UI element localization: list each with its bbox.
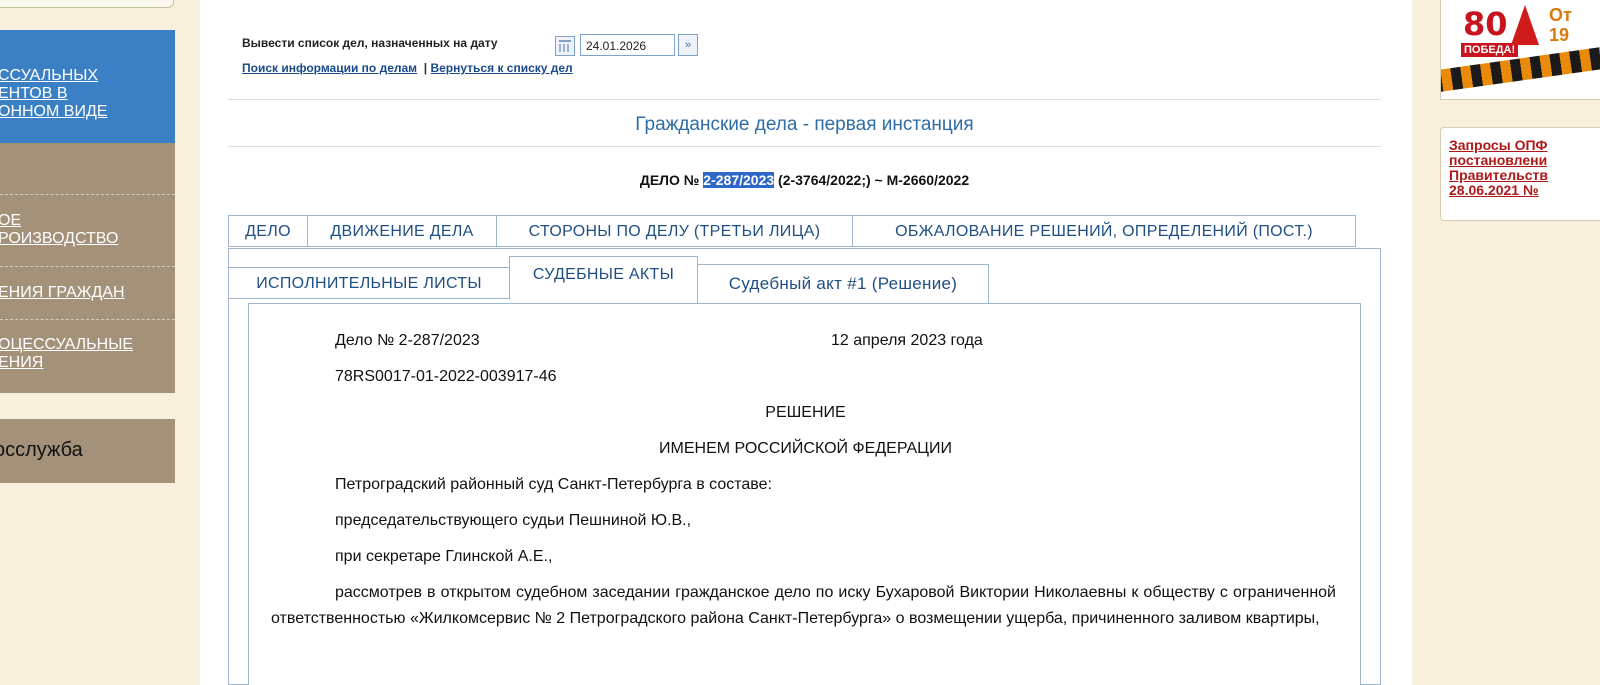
doc-line-judge: председательствующего судьи Пешниной Ю.В… <box>335 512 692 529</box>
back-to-list-link[interactable]: Вернуться к списку дел <box>430 61 572 75</box>
section-title: Гражданские дела - первая инстанция <box>635 114 974 135</box>
banner-text-1: От <box>1549 5 1572 25</box>
doc-uid: 78RS0017-01-2022-003917-46 <box>335 368 557 385</box>
tab-parties[interactable]: СТОРОНЫ ПО ДЕЛУ (ТРЕТЬИ ЛИЦА) <box>496 215 853 247</box>
search-cases-link[interactable]: Поиск информации по делам <box>242 61 417 75</box>
case-suffix: (2-3764/2022;) ~ М-2660/2022 <box>774 172 970 188</box>
go-button[interactable]: » <box>678 34 698 56</box>
calendar-button[interactable] <box>555 36 575 56</box>
menu-divider <box>0 194 175 195</box>
doc-case-line: Дело № 2-287/2023 <box>335 332 480 349</box>
link-separator: | <box>423 61 428 75</box>
header-links: Поиск информации по делам | Вернуться к … <box>242 61 573 75</box>
pension-fund-notice-link[interactable]: Запросы ОПФ постановлени Правительств 28… <box>1449 138 1548 198</box>
electronic-docs-link[interactable]: ССУАЛЬНЫХ ЕНТОВ В ОННОМ ВИДЕ <box>0 67 107 121</box>
doc-paragraph: рассмотрев в открытом судебном заседании… <box>271 584 1336 627</box>
subtab-act-1[interactable]: Судебный акт #1 (Решение) <box>697 264 989 304</box>
doc-line-court: Петроградский районный суд Санкт-Петербу… <box>335 476 772 493</box>
banner-text-2: 19 <box>1549 25 1570 45</box>
divider <box>228 146 1381 147</box>
court-act-document: Дело № 2-287/2023 12 апреля 2023 года 78… <box>248 303 1361 685</box>
tab-case[interactable]: ДЕЛО <box>228 215 308 247</box>
doc-line-secretary: при секретаре Глинской А.Е., <box>335 548 553 565</box>
calendar-icon <box>559 40 571 52</box>
date-prompt: Вывести список дел, назначенных на дату <box>242 36 498 50</box>
gos-service-label: осслужба <box>0 439 83 461</box>
doc-heading: РЕШЕНИЕ <box>765 404 846 421</box>
divider <box>228 99 1381 100</box>
menu-item-citizens[interactable]: ЕНИЯ ГРАЖДАН <box>0 284 125 302</box>
tab-writs[interactable]: ИСПОЛНИТЕЛЬНЫЕ ЛИСТЫ <box>228 267 510 299</box>
case-prefix: ДЕЛО № <box>639 172 704 188</box>
victory-banner[interactable]: 80 ПОБЕДА! От 19 <box>1440 0 1600 100</box>
menu-item-procedural[interactable]: ОЦЕССУАЛЬНЫЕ ЕНИЯ <box>0 336 133 372</box>
notice-box: Запросы ОПФ постановлени Правительств 28… <box>1440 127 1600 221</box>
tab-appeals[interactable]: ОБЖАЛОВАНИЕ РЕШЕНИЙ, ОПРЕДЕЛЕНИЙ (ПОСТ.) <box>852 215 1356 247</box>
banner-flag-icon <box>1511 5 1539 45</box>
left-menu: ОЕ РОИЗВОДСТВО ЕНИЯ ГРАЖДАН ОЦЕССУАЛЬНЫЕ… <box>0 143 175 393</box>
menu-divider <box>0 266 175 267</box>
tab-court-acts[interactable]: СУДЕБНЫЕ АКТЫ <box>509 256 698 300</box>
case-number-highlight: 2-287/2023 <box>703 172 775 188</box>
case-number-heading: ДЕЛО № 2-287/2023 (2-3764/2022;) ~ М-266… <box>228 172 1381 188</box>
banner-number: 80 <box>1463 5 1508 43</box>
doc-subheading: ИМЕНЕМ РОССИЙСКОЙ ФЕДЕРАЦИИ <box>659 440 952 457</box>
doc-date: 12 апреля 2023 года <box>831 332 983 349</box>
gos-service-banner[interactable]: осслужба <box>0 419 175 483</box>
banner-word: ПОБЕДА! <box>1461 43 1519 57</box>
tab-case-movement[interactable]: ДВИЖЕНИЕ ДЕЛА <box>307 215 497 247</box>
menu-divider <box>0 319 175 320</box>
date-input[interactable]: 24.01.2026 <box>580 34 675 56</box>
left-top-box <box>0 0 174 8</box>
electronic-docs-block: ССУАЛЬНЫХ ЕНТОВ В ОННОМ ВИДЕ <box>0 30 175 143</box>
menu-item-proceedings[interactable]: ОЕ РОИЗВОДСТВО <box>0 212 118 248</box>
